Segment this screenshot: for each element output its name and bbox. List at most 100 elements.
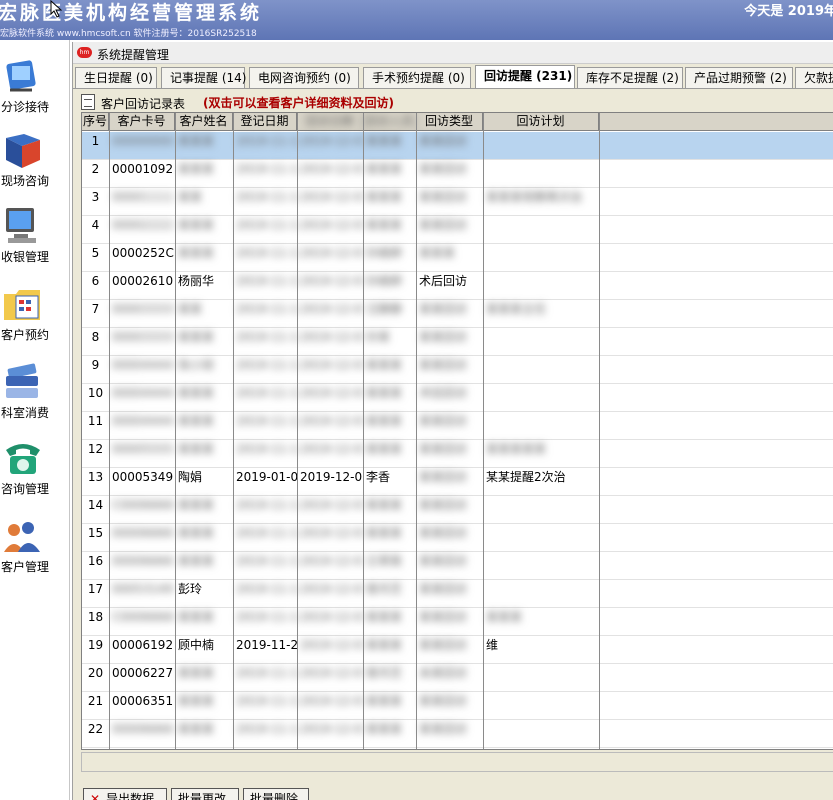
table-row[interactable]: 5 0000252C 某某某 2019-11-112019-12-06孙婉婷 某某某 xyxy=(82,244,833,272)
table-row[interactable]: 14C0006666某某某2019-11-112019-12-06某某某某某回访 xyxy=(82,496,833,524)
table-row[interactable]: 19 00006192 顾中楠 2019-11-292019-12-06某某某 某某回访… xyxy=(82,636,833,664)
table-cell-visit: 2019-12-06 xyxy=(300,666,363,680)
table-cell-visit: 2019-12-06 xyxy=(300,526,363,540)
table-cell-staff: 某某某 xyxy=(366,526,403,540)
col-header[interactable]: 回访日期 xyxy=(297,113,363,131)
table-cell-name: 陶娟 xyxy=(178,470,203,484)
table-cell-plan xyxy=(483,216,599,244)
table-cell-visit: 2019-12-06 xyxy=(300,274,363,288)
tab-expiry-warning[interactable]: 产品过期预警 (2) xyxy=(685,67,793,88)
table-row[interactable]: 6 00002610 杨丽华 2019-11-112019-12-06孙婉婷 术后回访 xyxy=(82,272,833,300)
tab-phone-appointment[interactable]: 电网咨询预约 (0) xyxy=(249,67,359,88)
table-cell-no: 20 xyxy=(87,666,104,680)
table-cell-name: 顾中楠 xyxy=(178,638,215,652)
sidebar-item-consult-manage[interactable]: 咨询管理 xyxy=(0,438,70,508)
col-header[interactable]: 登记日期 xyxy=(233,113,297,131)
table-row[interactable]: 3 00001111 某某 2019-11-112019-12-06某某某 某某回访 某某… xyxy=(82,188,833,216)
table-cell-plan xyxy=(483,160,599,188)
table-row[interactable]: 2200006666某某某2019-11-112019-12-06某某某某某回访 xyxy=(82,720,833,748)
app-title: 宏脉医美机构经营管理系统 xyxy=(0,2,263,24)
table-cell-visit: 2019-12-06 xyxy=(300,582,363,596)
col-header[interactable]: 回访人员 xyxy=(363,113,416,131)
table-cell-no: 10 xyxy=(87,386,104,400)
sidebar-nav: 分诊接待 现场咨询 收银管理 客户预约 科室消费 咨询管理 客户管理 xyxy=(0,40,70,800)
grid-title: 客户回访记录表 xyxy=(101,97,186,111)
table-row[interactable]: 200001092某某某2019-11-112019-12-06某某某某某回访 xyxy=(82,160,833,188)
table-row[interactable]: 1200005555某某某2019-11-112019-12-06某某某某某回访… xyxy=(82,440,833,468)
table-cell-card: 00003333 xyxy=(112,330,174,344)
sidebar-item-reception[interactable]: 分诊接待 xyxy=(0,56,70,126)
computer-icon xyxy=(6,208,36,243)
sidebar-item-cashier[interactable]: 收银管理 xyxy=(0,206,70,276)
table-row[interactable]: 17 00053149 彭玲 2019-11-112019-12-06曾月芝 某某回访 xyxy=(82,580,833,608)
table-cell-no: 1 xyxy=(91,134,100,148)
follow-up-table[interactable]: 序号 客户卡号 客户姓名 登记日期 回访日期 回访人员 回访类型 回访计划 10… xyxy=(81,112,833,750)
tab-follow-up[interactable]: 回访提醒 (231) xyxy=(475,65,575,88)
table-cell-staff: 孙某 xyxy=(366,330,391,344)
table-cell-name: 某某某 xyxy=(178,330,215,344)
table-cell-no: 19 xyxy=(87,638,104,652)
table-cell-staff: 某某某 xyxy=(366,218,403,232)
table-row[interactable]: 18C0006666某某某2019-11-112019-12-06某某某某某回访… xyxy=(82,608,833,636)
table-row[interactable]: 1100004444某某某2019-11-112019-12-06某某某某某回访 xyxy=(82,412,833,440)
grid-line xyxy=(175,113,176,749)
table-cell-name: 杨丽华 xyxy=(178,274,215,288)
table-row[interactable]: 13 00005349 陶娟 2019-01-092019-12-06李香 某某回访 某某… xyxy=(82,468,833,496)
batch-edit-button[interactable]: 批量更改 xyxy=(171,788,239,800)
table-cell-reg: 2019-11-11 xyxy=(236,582,297,596)
table-row[interactable]: 8 00003333 某某某 2019-11-112019-12-06孙某 某某回访 xyxy=(82,328,833,356)
table-cell-type: 某某回访 xyxy=(419,162,468,176)
col-header[interactable]: 客户卡号 xyxy=(109,113,175,131)
table-cell-staff: 某某某 xyxy=(366,190,403,204)
col-header[interactable]: 客户姓名 xyxy=(175,113,233,131)
horizontal-scrollbar[interactable] xyxy=(81,752,833,772)
grid-line xyxy=(297,113,298,749)
table-cell-no: 9 xyxy=(91,358,100,372)
tab-arrears[interactable]: 欠款提 xyxy=(795,67,833,88)
table-cell-reg: 2019-11-11 xyxy=(236,442,297,456)
col-header[interactable]: 回访计划 xyxy=(483,113,599,131)
table-row[interactable]: 7 00003333 某某 2019-11-112019-12-06汪静静 某某回访 某某… xyxy=(82,300,833,328)
table-cell-reg: 2019-11-11 xyxy=(236,666,297,680)
calendar-folder-icon xyxy=(4,290,40,320)
export-button[interactable]: ✕ 导出数据 xyxy=(83,788,167,800)
sidebar-item-customer-manage[interactable]: 客户管理 xyxy=(0,516,70,586)
sidebar-item-dept-consumption[interactable]: 科室消费 xyxy=(0,362,70,432)
table-row[interactable]: 1000004444某某某2019-11-112019-12-06某某某术后回访 xyxy=(82,384,833,412)
table-cell-name: 某某某 xyxy=(178,134,215,148)
table-row[interactable]: 20 00006227 某某某 2019-11-112019-12-06曾月芝 未某回访 xyxy=(82,664,833,692)
document-icon xyxy=(81,94,95,110)
table-row[interactable]: 100000000某某某2019-11-112019-12-06某某某某某回访 xyxy=(82,132,833,160)
date-display: 今天是 2019年 xyxy=(744,4,833,19)
table-cell-visit: 2019-12-06 xyxy=(300,302,363,316)
tab-notes[interactable]: 记事提醒 (14) xyxy=(161,67,246,88)
tab-surgery-appointment[interactable]: 手术预约提醒 (0) xyxy=(363,67,471,88)
table-cell-visit: 2019-12-06 xyxy=(300,610,363,624)
sidebar-item-consult[interactable]: 现场咨询 xyxy=(0,130,70,200)
table-cell-card: 00003333 xyxy=(112,302,174,316)
table-cell-plan: 某某某某某 xyxy=(486,442,547,456)
app-logo-icon: hm xyxy=(77,47,92,58)
table-cell-type: 某某回访 xyxy=(419,134,468,148)
table-cell-card: 00004444 xyxy=(112,386,174,400)
batch-delete-button[interactable]: 批量删除 xyxy=(243,788,309,800)
table-cell-staff: 某某某 xyxy=(366,414,403,428)
col-header[interactable]: 回访类型 xyxy=(416,113,483,131)
tab-birthday[interactable]: 生日提醒 (0) xyxy=(75,67,157,88)
table-cell-card: 00004444 xyxy=(112,414,174,428)
col-header[interactable]: 序号 xyxy=(82,113,109,131)
tab-low-stock[interactable]: 库存不足提醒 (2) xyxy=(577,67,683,88)
table-cell-name: 某某某 xyxy=(178,498,215,512)
table-row[interactable]: 16 00006666 某某某 2019-11-112019-12-06王翠英 某某回访 xyxy=(82,552,833,580)
reception-icon xyxy=(6,60,36,92)
grid-line xyxy=(416,113,417,749)
table-row[interactable]: 400002222某某某2019-11-112019-12-06某某某某某回访 xyxy=(82,216,833,244)
mouse-cursor-icon xyxy=(50,0,63,18)
table-row[interactable]: 1500006666某某某2019-11-112019-12-06某某某某某回访 xyxy=(82,524,833,552)
table-row[interactable]: 2100006351某某某2019-11-112019-12-06某某某某某回访 xyxy=(82,692,833,720)
table-row[interactable]: 9 00004444 张小琼 2019-11-112019-12-06某某某 某某回访 xyxy=(82,356,833,384)
table-cell-no: 21 xyxy=(87,694,104,708)
table-cell-reg: 2019-11-11 xyxy=(236,134,297,148)
table-cell-type: 某某回访 xyxy=(419,722,468,736)
sidebar-item-appointment[interactable]: 客户预约 xyxy=(0,284,70,354)
